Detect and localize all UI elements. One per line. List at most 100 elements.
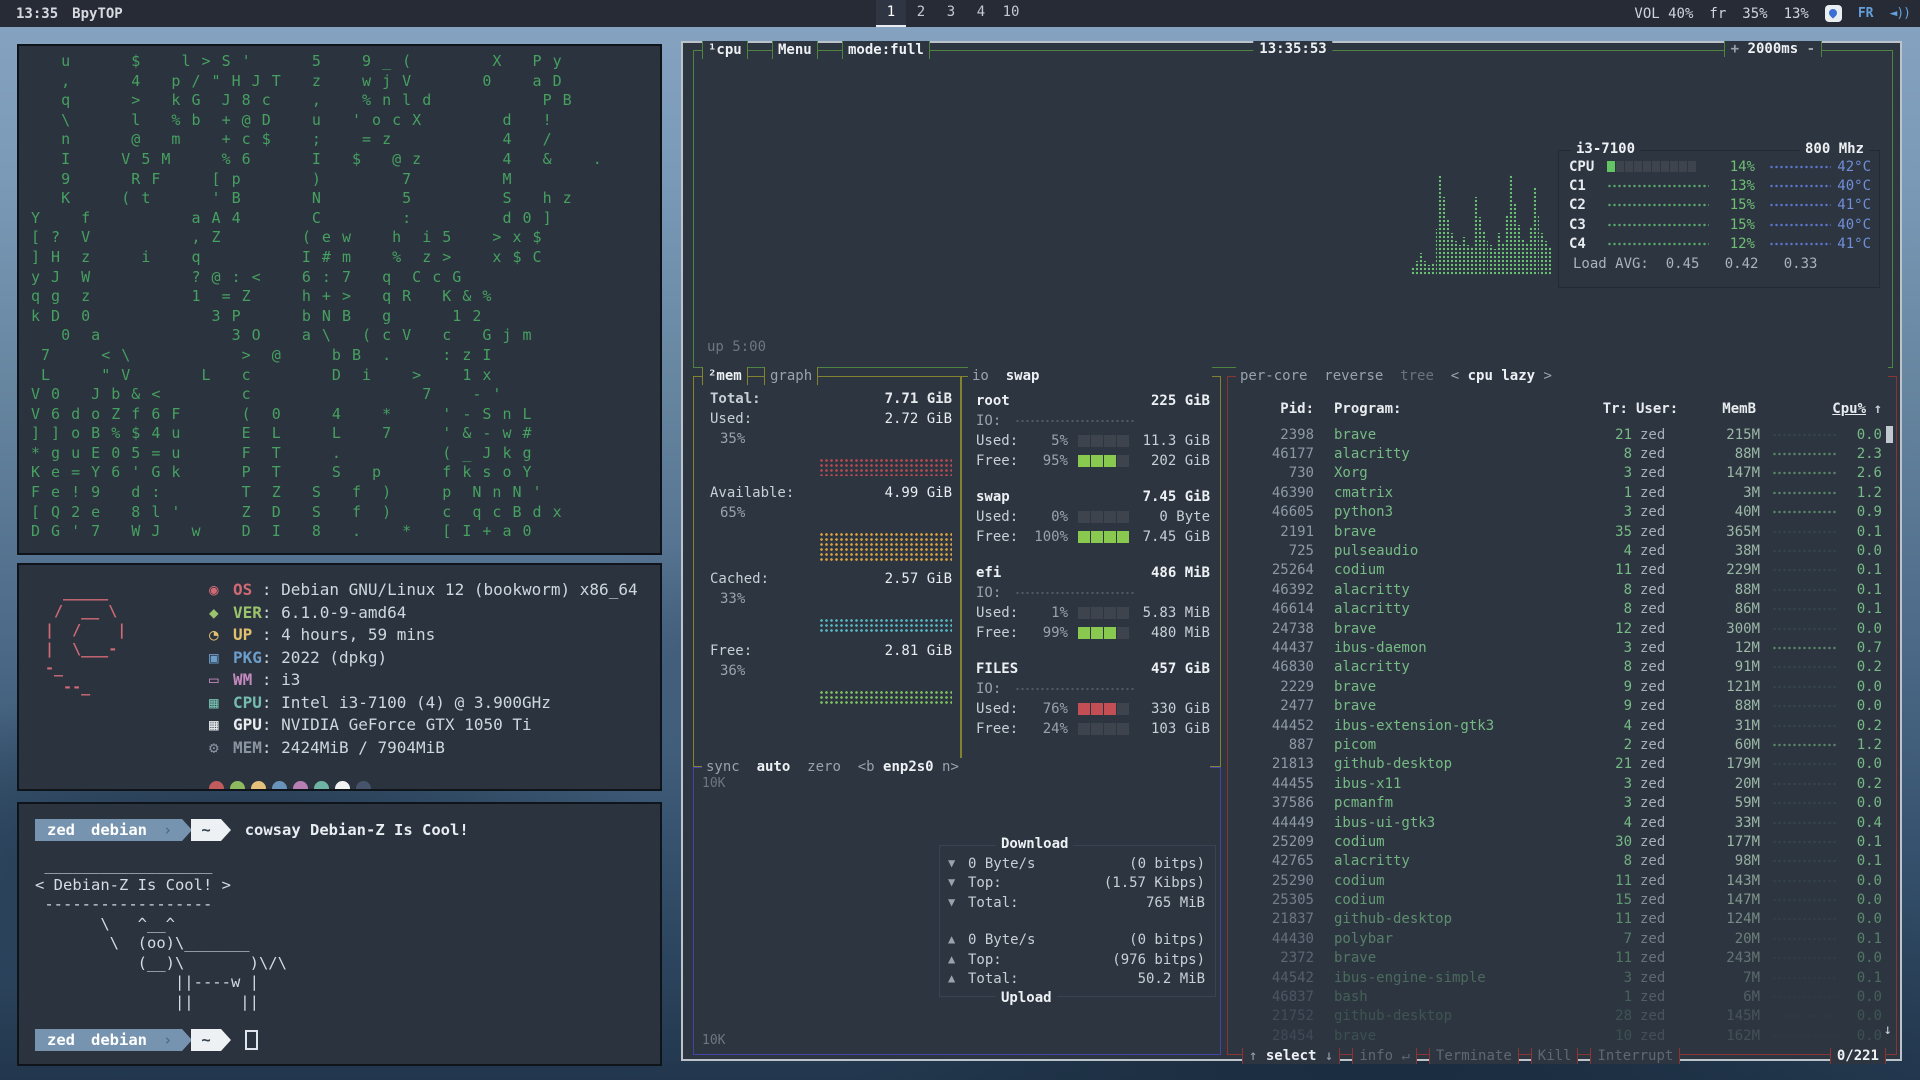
pid-cell: 2398 xyxy=(1248,427,1314,443)
kill-button[interactable]: Kill xyxy=(1531,1048,1579,1064)
cpu-core-row: C215%41°C xyxy=(1559,196,1879,215)
cowsay-terminal: zed debian › ~ cowsay Debian-Z Is Cool! … xyxy=(17,802,662,1066)
user-cell: zed xyxy=(1640,446,1696,462)
keyboard-layout-indicator[interactable]: FR xyxy=(1858,6,1874,21)
memory-cell: 88M xyxy=(1696,698,1760,714)
process-row[interactable]: 28454brave10zed162M0.0 xyxy=(1228,1026,1896,1045)
net-options[interactable]: sync auto zero <b enp2s0 n> xyxy=(702,758,1210,776)
process-row[interactable]: 2191brave35zed365M0.1 xyxy=(1228,522,1896,541)
program-cell: alacritty xyxy=(1334,853,1596,869)
user-cell: zed xyxy=(1640,485,1696,501)
process-row[interactable]: 46390cmatrix1zed3M1.2 xyxy=(1228,483,1896,502)
process-row[interactable]: 25209codium30zed177M0.1 xyxy=(1228,832,1896,851)
process-row[interactable]: 25305codium15zed147M0.0 xyxy=(1228,890,1896,909)
process-row[interactable]: 2398brave21zed215M0.0 xyxy=(1228,425,1896,444)
meter-block xyxy=(1104,435,1116,447)
prompt-host: debian xyxy=(91,819,147,841)
io-graph xyxy=(1015,686,1135,692)
disk-name-row: efi486 MiB xyxy=(976,563,1210,583)
pid-cell: 25290 xyxy=(1248,873,1314,889)
memory-cell: 147M xyxy=(1696,465,1760,481)
process-row[interactable]: 25290codium11zed143M0.0 xyxy=(1228,871,1896,890)
memory-cell: 12M xyxy=(1696,640,1760,656)
process-row[interactable]: 21752github-desktop28zed145M0.0 xyxy=(1228,1007,1896,1026)
memory-cell: 60M xyxy=(1696,737,1760,753)
mode-toggle[interactable]: mode:full xyxy=(842,41,930,59)
process-row[interactable]: 44542ibus-engine-simple3zed7M0.1 xyxy=(1228,968,1896,987)
menu-button[interactable]: Menu xyxy=(772,41,818,59)
threads-cell: 1 xyxy=(1596,485,1632,501)
cpu-mini-graph xyxy=(1772,547,1838,555)
process-row[interactable]: 46830alacritty8zed91M0.2 xyxy=(1228,658,1896,677)
process-row[interactable]: 2229brave9zed121M0.0 xyxy=(1228,677,1896,696)
workspace-button[interactable]: 2 xyxy=(906,0,936,27)
cpu-box-title[interactable]: ¹cpu xyxy=(702,41,748,59)
screenshot-tool-icon[interactable] xyxy=(1825,5,1842,22)
process-row[interactable]: 2372brave11zed243M0.0 xyxy=(1228,949,1896,968)
process-row[interactable]: 21813github-desktop21zed179M0.0 xyxy=(1228,755,1896,774)
disk-used-row: Used:5%11.3 GiB xyxy=(976,431,1210,451)
workspace-button[interactable]: 4 xyxy=(966,0,996,27)
process-row[interactable]: 2477brave9zed88M0.0 xyxy=(1228,696,1896,715)
statusbar-left: 13:35 BpyTOP xyxy=(16,6,123,22)
workspace-button[interactable]: 1 xyxy=(876,0,906,27)
process-row[interactable]: 46614alacritty8zed86M0.1 xyxy=(1228,600,1896,619)
process-row[interactable]: 44430polybar7zed20M0.1 xyxy=(1228,929,1896,948)
process-row[interactable]: 37586pcmanfm3zed59M0.0 xyxy=(1228,793,1896,812)
process-row[interactable]: 44437ibus-daemon3zed12M0.7 xyxy=(1228,638,1896,657)
disk-name-row: swap7.45 GiB xyxy=(976,487,1210,507)
threads-cell: 11 xyxy=(1596,911,1632,927)
core-percent: 13% xyxy=(1709,178,1755,194)
process-row[interactable]: 44449ibus-ui-gtk34zed33M0.4 xyxy=(1228,813,1896,832)
process-row[interactable]: 725pulseaudio4zed38M0.0 xyxy=(1228,541,1896,560)
uptime-label: up 5:00 xyxy=(707,339,766,355)
cpu-percent-cell: 0.4 xyxy=(1838,815,1882,831)
disk-name-row: FILES457 GiB xyxy=(976,659,1210,679)
process-row[interactable]: 44452ibus-extension-gtk34zed31M0.2 xyxy=(1228,716,1896,735)
pid-cell: 21837 xyxy=(1248,911,1314,927)
prompt-line[interactable]: zed debian › ~ xyxy=(35,1028,644,1052)
interrupt-button[interactable]: Interrupt xyxy=(1590,1048,1680,1064)
meter-block xyxy=(1078,627,1090,639)
system-info-line: ▭WM : i3 xyxy=(209,669,638,692)
process-row[interactable]: 21837github-desktop11zed124M0.0 xyxy=(1228,910,1896,929)
workspace-button[interactable]: 3 xyxy=(936,0,966,27)
disk-row-value: 7.45 GiB xyxy=(1143,529,1210,545)
info-button[interactable]: info ↵ xyxy=(1352,1048,1417,1064)
process-row[interactable]: 25264codium11zed229M0.1 xyxy=(1228,561,1896,580)
cpu-frequency: 800 Mhz xyxy=(1800,141,1869,157)
system-info-line: ◔UP : 4 hours, 59 mins xyxy=(209,624,638,647)
info-value: i3 xyxy=(281,670,300,689)
mem-graph-tab[interactable]: graph xyxy=(764,367,818,385)
disks-tabs[interactable]: io swap xyxy=(968,367,1212,385)
workspace-button[interactable]: 10 xyxy=(996,0,1026,27)
meter-block xyxy=(1670,161,1678,172)
process-row[interactable]: 46605python33zed40M0.9 xyxy=(1228,503,1896,522)
refresh-interval-control[interactable]: + 2000ms - xyxy=(1724,41,1822,57)
cpu-percent-cell: 0.0 xyxy=(1838,679,1882,695)
meter-block xyxy=(1078,531,1090,543)
swap-tab: swap xyxy=(1006,368,1040,384)
process-row[interactable]: 44455ibus-x113zed20M0.2 xyxy=(1228,774,1896,793)
terminal-cursor[interactable] xyxy=(245,1030,258,1050)
process-row[interactable]: 730Xorg3zed147M2.6 xyxy=(1228,464,1896,483)
cpu-mini-graph xyxy=(1772,896,1838,904)
scroll-down-icon[interactable]: ↓ xyxy=(1884,1022,1892,1038)
process-scrollbar-thumb[interactable] xyxy=(1886,426,1893,443)
program-cell: ibus-daemon xyxy=(1334,640,1596,656)
disk-row-value: 202 GiB xyxy=(1151,453,1210,469)
process-row[interactable]: 42765alacritty8zed98M0.1 xyxy=(1228,852,1896,871)
process-row[interactable]: 24738brave12zed300M0.0 xyxy=(1228,619,1896,638)
cpu-graph-column xyxy=(1486,241,1489,275)
process-row[interactable]: 46837bash1zed6M0.0 xyxy=(1228,987,1896,1006)
select-control[interactable]: ↑ select ↓ xyxy=(1242,1048,1340,1064)
process-row[interactable]: 46177alacritty8zed88M2.3 xyxy=(1228,444,1896,463)
process-row[interactable]: 887picom2zed60M1.2 xyxy=(1228,735,1896,754)
meter-block xyxy=(1104,723,1116,735)
volume-icon[interactable]: ◄)) xyxy=(1890,6,1910,21)
process-row[interactable]: 46392alacritty8zed88M0.1 xyxy=(1228,580,1896,599)
proc-options[interactable]: per-core reverse tree < cpu lazy > xyxy=(1236,367,1888,385)
terminate-button[interactable]: Terminate xyxy=(1429,1048,1519,1064)
info-label: UP xyxy=(233,625,262,644)
process-table-header[interactable]: Pid: Program: Tr: User: MemB Cpu% ↑ xyxy=(1228,401,1896,417)
